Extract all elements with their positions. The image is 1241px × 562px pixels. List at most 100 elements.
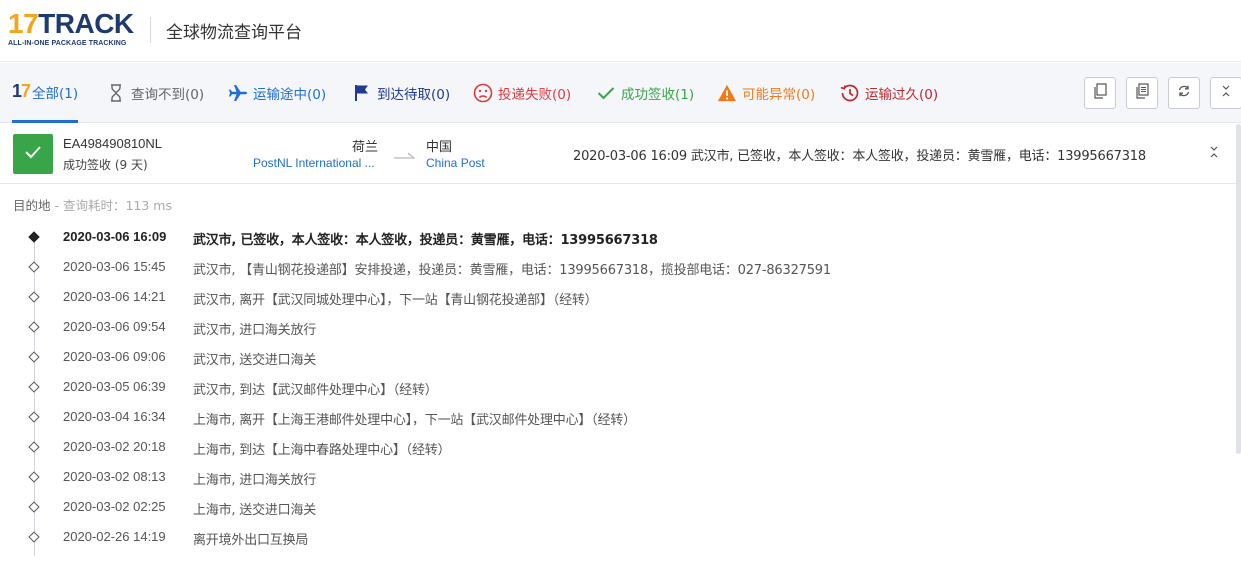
diamond-marker-icon bbox=[28, 231, 40, 243]
tab-label: 到达待取(0) bbox=[377, 87, 451, 103]
event-time: 2020-02-26 14:19 bbox=[63, 529, 166, 544]
destination-carrier-link[interactable]: China Post bbox=[426, 156, 485, 170]
event-description: 上海市, 送交进口海关 bbox=[193, 503, 317, 518]
timeline-event: 2020-03-06 14:21 武汉市, 离开【武汉同城处理中心】，下一站【青山… bbox=[0, 282, 1230, 312]
timeline-event: 2020-03-05 06:39 武汉市, 到达【武汉邮件处理中心】（经转） bbox=[0, 372, 1230, 402]
tracking-number[interactable]: EA498490810NL bbox=[63, 136, 162, 151]
event-description: 武汉市, 送交进口海关 bbox=[193, 353, 317, 368]
tab-label: 成功签收(1) bbox=[621, 87, 695, 103]
event-time: 2020-03-05 06:39 bbox=[63, 379, 166, 394]
event-time: 2020-03-06 16:09 bbox=[63, 229, 167, 244]
refresh-icon bbox=[1177, 84, 1191, 103]
app-header: 17TRACK ALL-IN-ONE PACKAGE TRACKING 全球物流… bbox=[0, 0, 1241, 62]
collapse-icon bbox=[1221, 84, 1231, 102]
timeline-event: 2020-03-02 20:18 上海市, 到达【上海中春路处理中心】（经转） bbox=[0, 432, 1230, 462]
timeline-event: 2020-03-02 08:13 上海市, 进口海关放行 bbox=[0, 462, 1230, 492]
timeline-event: 2020-03-04 16:34 上海市, 离开【上海王港邮件处理中心】，下一站【… bbox=[0, 402, 1230, 432]
event-description: 上海市, 进口海关放行 bbox=[193, 473, 317, 488]
event-description: 武汉市, 进口海关放行 bbox=[193, 323, 317, 338]
package-status: 成功签收 (9 天) bbox=[63, 158, 148, 172]
copy-list-icon bbox=[1135, 82, 1149, 104]
timeline-event: 2020-03-06 16:09 武汉市, 已签收，本人签收：本人签收，投递员：黄… bbox=[0, 222, 1230, 252]
copy-button[interactable] bbox=[1084, 77, 1116, 109]
destination-section-label: 目的地 - 查询耗时：113 ms bbox=[13, 195, 172, 214]
tab-possible-exception[interactable]: 可能异常(0) bbox=[717, 63, 815, 123]
origin-carrier-link[interactable]: PostNL International ... bbox=[253, 156, 378, 170]
event-time: 2020-03-06 15:45 bbox=[63, 259, 166, 274]
refresh-button[interactable] bbox=[1168, 77, 1200, 109]
copy-icon bbox=[1093, 82, 1107, 104]
destination-country: 中国 bbox=[426, 140, 453, 155]
flag-icon bbox=[352, 83, 372, 103]
tab-label: 运输过久(0) bbox=[865, 87, 939, 103]
event-time: 2020-03-06 09:54 bbox=[63, 319, 166, 334]
collapse-all-button[interactable] bbox=[1210, 77, 1241, 109]
event-description: 上海市, 离开【上海王港邮件处理中心】，下一站【武汉邮件处理中心】（经转） bbox=[193, 413, 636, 428]
package-summary-row[interactable]: EA498490810NL 成功签收 (9 天) 荷兰 PostNL Inter… bbox=[0, 124, 1241, 184]
event-time: 2020-03-04 16:34 bbox=[63, 409, 166, 424]
timeline-event: 2020-03-06 09:54 武汉市, 进口海关放行 bbox=[0, 312, 1230, 342]
diamond-marker-icon bbox=[28, 501, 40, 513]
tab-transit-too-long[interactable]: 运输过久(0) bbox=[840, 63, 938, 123]
query-time: - 查询耗时：113 ms bbox=[50, 198, 172, 213]
origin-country: 荷兰 bbox=[352, 140, 379, 155]
collapse-package-button[interactable] bbox=[1207, 146, 1221, 162]
header-divider bbox=[150, 17, 151, 43]
diamond-marker-icon bbox=[28, 471, 40, 483]
status-tab-bar: 17 全部(1) 查询不到(0) 运输途中(0) 到达待取(0) 投递失败(0)… bbox=[0, 63, 1241, 123]
airplane-icon bbox=[228, 83, 248, 103]
timeline-event: 2020-03-06 09:06 武汉市, 送交进口海关 bbox=[0, 342, 1230, 372]
checkmark-icon bbox=[596, 83, 616, 103]
event-time: 2020-03-02 02:25 bbox=[63, 499, 166, 514]
latest-event: 2020-03-06 16:09 武汉市, 已签收，本人签收：本人签收，投递员：… bbox=[573, 149, 1146, 164]
event-description: 武汉市, 离开【武汉同城处理中心】，下一站【青山钢花投递部】（经转） bbox=[193, 293, 598, 308]
diamond-marker-icon bbox=[28, 291, 40, 303]
diamond-marker-icon bbox=[28, 381, 40, 393]
event-description: 离开境外出口互换局 bbox=[193, 533, 309, 548]
tab-label: 可能异常(0) bbox=[742, 87, 816, 103]
tab-all[interactable]: 17 全部(1) bbox=[12, 63, 79, 123]
checkmark-icon bbox=[24, 145, 42, 164]
delivered-status-badge bbox=[13, 134, 53, 174]
logo-text: TRACK bbox=[38, 8, 134, 39]
hourglass-icon bbox=[106, 83, 126, 103]
logo-subtitle: ALL-IN-ONE PACKAGE TRACKING bbox=[8, 40, 127, 47]
scrollbar[interactable] bbox=[1236, 124, 1241, 454]
tab-arrived-pickup[interactable]: 到达待取(0) bbox=[352, 63, 450, 123]
tab-not-found[interactable]: 查询不到(0) bbox=[106, 63, 204, 123]
event-description: 上海市, 到达【上海中春路处理中心】（经转） bbox=[193, 443, 451, 458]
sad-face-icon bbox=[473, 83, 493, 103]
event-description: 武汉市, 到达【武汉邮件处理中心】（经转） bbox=[193, 383, 438, 398]
tab-delivery-failed[interactable]: 投递失败(0) bbox=[473, 63, 571, 123]
tab-in-transit[interactable]: 运输途中(0) bbox=[228, 63, 326, 123]
17track-brand-icon: 17 bbox=[12, 81, 31, 101]
diamond-marker-icon bbox=[28, 531, 40, 543]
event-time: 2020-03-02 08:13 bbox=[63, 469, 166, 484]
event-time: 2020-03-02 20:18 bbox=[63, 439, 166, 454]
timeline-event: 2020-02-26 14:19 离开境外出口互换局 bbox=[0, 522, 1230, 552]
tab-label: 全部(1) bbox=[32, 85, 79, 102]
section-title: 目的地 bbox=[13, 198, 51, 213]
warning-icon bbox=[717, 83, 737, 103]
page-title: 全球物流查询平台 bbox=[166, 23, 302, 43]
timeline-event: 2020-03-06 15:45 武汉市, 【青山钢花投递部】安排投递，投递员：黄… bbox=[0, 252, 1230, 282]
logo-number: 17 bbox=[8, 8, 39, 39]
tab-delivered[interactable]: 成功签收(1) bbox=[596, 63, 694, 123]
event-description: 武汉市, 【青山钢花投递部】安排投递，投递员：黄雪雁，电话：1399566731… bbox=[193, 263, 831, 278]
diamond-marker-icon bbox=[28, 411, 40, 423]
17track-logo[interactable]: 17TRACK ALL-IN-ONE PACKAGE TRACKING bbox=[8, 10, 138, 50]
tab-label: 投递失败(0) bbox=[498, 87, 572, 103]
timeline-event: 2020-03-02 02:25 上海市, 送交进口海关 bbox=[0, 492, 1230, 522]
clock-history-icon bbox=[840, 83, 860, 103]
diamond-marker-icon bbox=[28, 321, 40, 333]
event-time: 2020-03-06 09:06 bbox=[63, 349, 166, 364]
event-time: 2020-03-06 14:21 bbox=[63, 289, 166, 304]
diamond-marker-icon bbox=[28, 441, 40, 453]
collapse-icon bbox=[1209, 145, 1219, 163]
tab-label: 运输途中(0) bbox=[253, 87, 327, 103]
copy-list-button[interactable] bbox=[1126, 77, 1158, 109]
route-arrow-icon bbox=[393, 148, 416, 166]
tab-label: 查询不到(0) bbox=[131, 87, 205, 103]
event-description: 武汉市, 已签收，本人签收：本人签收，投递员：黄雪雁，电话：1399566731… bbox=[193, 233, 658, 248]
diamond-marker-icon bbox=[28, 351, 40, 363]
